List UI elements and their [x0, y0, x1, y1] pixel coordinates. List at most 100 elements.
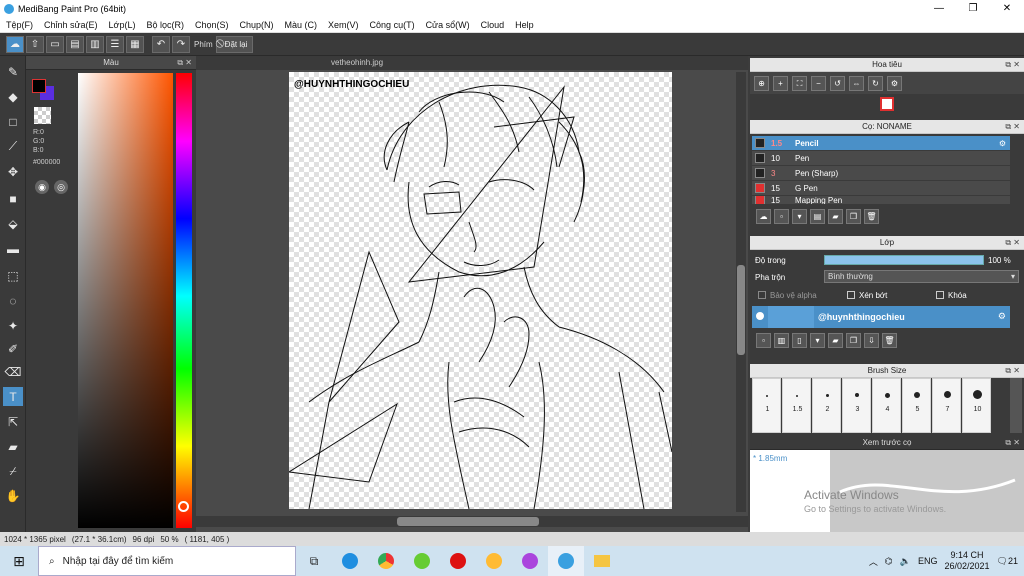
- lasso-tool-icon[interactable]: ◌: [3, 291, 23, 310]
- panel-controls-icon[interactable]: ⧉ ✕: [1005, 58, 1020, 72]
- move-tool-icon[interactable]: ✥: [3, 162, 23, 181]
- menu-help[interactable]: Help: [515, 20, 534, 30]
- brush-size-option[interactable]: 5: [902, 378, 931, 433]
- messenger-icon[interactable]: [512, 546, 548, 576]
- menu-file[interactable]: Tệp(F): [6, 20, 33, 30]
- menu-color[interactable]: Màu (C): [285, 20, 318, 30]
- opera-icon[interactable]: [440, 546, 476, 576]
- brush-item-pencil[interactable]: 1.5 Pencil ⚙: [752, 136, 1010, 151]
- restore-button[interactable]: ❐: [956, 0, 990, 17]
- panel-controls-icon[interactable]: ⧉ ✕: [1005, 236, 1020, 250]
- clock[interactable]: 9:14 CH 26/02/2021: [945, 550, 990, 572]
- folder-icon[interactable]: ▰: [828, 333, 843, 348]
- brush-settings-icon[interactable]: ▤: [810, 209, 825, 224]
- operation-tool-icon[interactable]: ⇱: [3, 412, 23, 431]
- zoom-out-icon[interactable]: −: [811, 76, 826, 91]
- clipping-checkbox[interactable]: [847, 291, 855, 299]
- trash-icon[interactable]: 🗑: [864, 209, 879, 224]
- vertical-scroll-thumb[interactable]: [737, 265, 745, 355]
- reset-button[interactable]: ⃠ Đặt lại: [215, 35, 254, 53]
- new-brush-icon[interactable]: ▫: [774, 209, 789, 224]
- blend-mode-select[interactable]: Bình thường ▾: [824, 270, 1019, 283]
- brush-item-pen-sharp[interactable]: 3 Pen (Sharp): [752, 166, 1010, 181]
- select-rect-tool-icon[interactable]: ⬚: [3, 266, 23, 285]
- gear-icon[interactable]: ⚙: [999, 139, 1006, 148]
- navigator-viewport-frame[interactable]: [880, 97, 894, 111]
- duplicate-layer-icon[interactable]: ❐: [846, 333, 861, 348]
- protect-alpha-checkbox[interactable]: [758, 291, 766, 299]
- duplicate-icon[interactable]: ❐: [846, 209, 861, 224]
- brush-size-option[interactable]: 4: [872, 378, 901, 433]
- list-icon[interactable]: ☰: [106, 35, 124, 53]
- fill-rect-tool-icon[interactable]: ■: [3, 189, 23, 208]
- panel-controls-icon[interactable]: ⧉ ✕: [1005, 120, 1020, 134]
- folder-icon[interactable]: ▰: [828, 209, 843, 224]
- add-brush-icon[interactable]: ▾: [792, 209, 807, 224]
- hue-slider[interactable]: [176, 73, 192, 528]
- chrome-alt-icon[interactable]: [476, 546, 512, 576]
- transparent-color-swatch[interactable]: [34, 107, 51, 124]
- menu-layer[interactable]: Lớp(L): [109, 20, 136, 30]
- select-pen-tool-icon[interactable]: ✐: [3, 339, 23, 358]
- shape-tool-icon[interactable]: □: [3, 112, 23, 131]
- panel-controls-icon[interactable]: ⧉ ✕: [1005, 436, 1020, 450]
- page-icon[interactable]: ▥: [86, 35, 104, 53]
- add-layer-menu-icon[interactable]: ▾: [810, 333, 825, 348]
- document-tab[interactable]: vetheohinh.jpg: [196, 56, 748, 70]
- hand-tool-icon[interactable]: ✋: [3, 486, 23, 505]
- cloud-brush-icon[interactable]: ☁: [756, 209, 771, 224]
- menu-select[interactable]: Chọn(S): [195, 20, 229, 30]
- saturation-value-picker[interactable]: [78, 73, 173, 528]
- brush-size-option[interactable]: 1: [752, 378, 781, 433]
- message-icon[interactable]: ▤: [66, 35, 84, 53]
- bucket-tool-icon[interactable]: ⬙: [3, 214, 23, 233]
- file-explorer-icon[interactable]: [584, 546, 620, 576]
- medibang-taskbar-icon[interactable]: [548, 546, 584, 576]
- brush-size-option[interactable]: 10: [962, 378, 991, 433]
- cloud-icon[interactable]: ☁: [6, 35, 24, 53]
- grid-icon[interactable]: ▦: [126, 35, 144, 53]
- opacity-slider[interactable]: [824, 255, 984, 265]
- menu-view[interactable]: Xem(V): [328, 20, 359, 30]
- divide-tool-icon[interactable]: ▰: [3, 437, 23, 456]
- comment-icon[interactable]: ▭: [46, 35, 64, 53]
- rotate-left-icon[interactable]: ↺: [830, 76, 845, 91]
- menu-filter[interactable]: Bộ lọc(R): [146, 20, 184, 30]
- network-icon[interactable]: ⌬: [885, 556, 893, 567]
- edge-icon[interactable]: [332, 546, 368, 576]
- magic-wand-tool-icon[interactable]: ✦: [3, 316, 23, 335]
- redo-icon[interactable]: ↷: [172, 35, 190, 53]
- coccoc-icon[interactable]: [404, 546, 440, 576]
- eye-icon[interactable]: [756, 312, 764, 320]
- task-view-icon[interactable]: ⧉: [296, 546, 332, 576]
- menu-window[interactable]: Cửa sổ(W): [426, 20, 470, 30]
- brush-size-option[interactable]: 1.5: [782, 378, 811, 433]
- rotate-right-icon[interactable]: ↻: [868, 76, 883, 91]
- share-icon[interactable]: ⇧: [26, 35, 44, 53]
- gear-icon[interactable]: ⚙: [998, 311, 1006, 322]
- chevron-up-icon[interactable]: ︿: [869, 555, 878, 568]
- language-indicator[interactable]: ENG: [918, 556, 938, 566]
- layer-row[interactable]: @huynhthingochieu ⚙: [752, 306, 1010, 328]
- zoom-in-icon[interactable]: +: [773, 76, 788, 91]
- notification-icon[interactable]: 🗨21: [997, 556, 1018, 567]
- artboard[interactable]: @HUYNHTHINGOCHIEU: [289, 72, 672, 509]
- brush-size-option[interactable]: 7: [932, 378, 961, 433]
- select-eraser-tool-icon[interactable]: ⌫: [3, 362, 23, 381]
- merge-layer-icon[interactable]: ⇩: [864, 333, 879, 348]
- foreground-color-swatch[interactable]: [32, 79, 46, 93]
- menu-snap[interactable]: Chụp(N): [240, 20, 274, 30]
- line-tool-icon[interactable]: ⟋: [3, 137, 23, 156]
- zoom-fit-icon[interactable]: ⊕: [754, 76, 769, 91]
- new-halftone-layer-icon[interactable]: ▥: [774, 333, 789, 348]
- minimize-button[interactable]: —: [922, 0, 956, 17]
- menu-edit[interactable]: Chỉnh sửa(E): [44, 20, 98, 30]
- gradient-tool-icon[interactable]: ▬: [3, 239, 23, 258]
- taskbar-search[interactable]: ⌕ Nhập tại đây để tìm kiếm: [38, 546, 296, 576]
- chrome-icon[interactable]: [368, 546, 404, 576]
- palette-icon[interactable]: ◉: [35, 180, 49, 194]
- menu-cloud[interactable]: Cloud: [481, 20, 505, 30]
- eyedropper-tool-icon[interactable]: ⌿: [3, 462, 23, 481]
- horizontal-scroll-thumb[interactable]: [397, 517, 539, 526]
- menu-tools[interactable]: Công cụ(T): [370, 20, 415, 30]
